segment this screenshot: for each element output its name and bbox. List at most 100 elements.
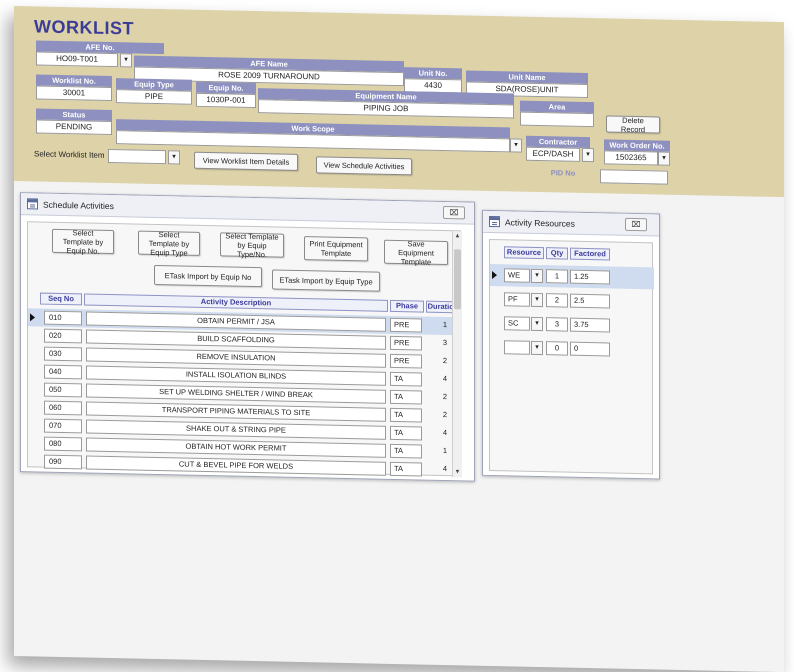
view-worklist-item-details-button[interactable]: View Worklist Item Details [194, 151, 298, 171]
etask-import-by-equip-type-button[interactable]: ETask Import by Equip Type [272, 269, 380, 292]
duration-cell[interactable]: 4 [426, 373, 450, 388]
seq-no-cell[interactable]: 060 [44, 400, 82, 416]
contractor-dropdown[interactable]: ▾ [582, 147, 594, 163]
seq-no-header: Seq No [40, 292, 82, 306]
resource-row[interactable]: ▾ 0 0 [490, 336, 654, 361]
area-field[interactable] [520, 111, 594, 128]
duration-cell[interactable]: 2 [426, 391, 450, 406]
select-worklist-item-field[interactable] [108, 148, 166, 165]
equip-type-field[interactable]: PIPE [116, 89, 192, 105]
save-equipment-template-button[interactable]: Save Equipment Template [384, 239, 448, 266]
afe-no-dropdown[interactable]: ▾ [120, 53, 132, 68]
seq-no-cell[interactable]: 050 [44, 382, 82, 398]
resource-row[interactable]: WE ▾ 1 1.25 [490, 263, 654, 290]
phase-cell[interactable]: TA [390, 389, 422, 405]
factored-cell[interactable]: 2.5 [570, 293, 610, 309]
resource-header: Resource [504, 246, 544, 260]
resource-cell[interactable]: PF [504, 292, 530, 307]
duration-cell[interactable]: 2 [426, 355, 450, 370]
phase-cell[interactable]: PRE [390, 353, 422, 369]
select-worklist-item-label: Select Worklist Item [34, 149, 105, 160]
scroll-thumb[interactable] [454, 249, 461, 310]
window-icon [27, 198, 38, 210]
select-template-by-equip-type-no-button[interactable]: Select Template by Equip Type/No. [220, 231, 284, 259]
duration-cell[interactable]: 1 [426, 319, 450, 334]
window-icon [489, 215, 500, 228]
work-order-dropdown[interactable]: ▾ [658, 151, 670, 166]
app-window: WORKLIST AFE No. HO09-T001 ▾ AFE Name RO… [14, 6, 784, 672]
resource-cell[interactable] [504, 340, 530, 355]
qty-cell[interactable]: 2 [546, 293, 568, 308]
schedule-activities-panel: Schedule Activities ⌧ Select Template by… [20, 192, 475, 482]
schedule-activities-content: Select Template by Equip No. Select Temp… [27, 221, 462, 478]
duration-cell[interactable]: 1 [426, 445, 450, 460]
resource-dropdown[interactable]: ▾ [531, 292, 543, 308]
activity-resources-title: Activity Resources [505, 217, 575, 229]
phase-header: Phase [390, 299, 424, 313]
resource-dropdown[interactable]: ▾ [531, 316, 543, 332]
qty-header: Qty [546, 247, 568, 260]
pid-no-field[interactable] [600, 169, 668, 185]
close-icon[interactable]: ⌧ [443, 205, 465, 220]
resource-dropdown[interactable]: ▾ [531, 268, 543, 284]
seq-no-cell[interactable]: 070 [44, 418, 82, 434]
phase-cell[interactable]: TA [390, 461, 422, 477]
pid-no-label: PID No [550, 168, 576, 178]
seq-no-cell[interactable]: 080 [44, 436, 82, 452]
duration-cell[interactable]: 3 [426, 337, 450, 352]
worklist-header: WORKLIST AFE No. HO09-T001 ▾ AFE Name RO… [14, 6, 784, 198]
select-template-by-equip-type-button[interactable]: Select Template by Equip Type [138, 230, 200, 257]
activity-resources-panel: Activity Resources ⌧ Resource Qty Factor… [482, 209, 660, 480]
close-icon[interactable]: ⌧ [625, 217, 647, 232]
phase-cell[interactable]: PRE [390, 335, 422, 351]
equip-no-field[interactable]: 1030P-001 [196, 92, 256, 109]
phase-cell[interactable]: TA [390, 443, 422, 459]
activity-resources-table: WE ▾ 1 1.25 PF ▾ 2 2.5 SC ▾ 3 3.75 ▾ 0 0 [490, 240, 654, 357]
seq-no-cell[interactable]: 040 [44, 364, 82, 380]
etask-import-by-equip-no-button[interactable]: ETask Import by Equip No [154, 264, 262, 288]
worklist-no-field[interactable]: 30001 [36, 85, 112, 102]
resource-dropdown[interactable]: ▾ [531, 340, 543, 356]
phase-cell[interactable]: PRE [390, 317, 422, 333]
duration-cell[interactable]: 4 [426, 427, 450, 442]
factored-cell[interactable]: 1.25 [570, 269, 610, 285]
activity-description-cell[interactable]: CUT & BEVEL PIPE FOR WELDS [86, 455, 386, 476]
activity-resources-content: Resource Qty Factored WE ▾ 1 1.25 PF ▾ 2 2.5 SC ▾… [489, 238, 654, 475]
afe-no-field[interactable]: HO09-T001 [36, 51, 118, 68]
scroll-down-icon[interactable]: ▼ [453, 469, 462, 475]
contractor-field[interactable]: ECP/DASH [526, 146, 580, 162]
select-worklist-item-dropdown[interactable]: ▾ [168, 150, 180, 165]
print-equipment-template-button[interactable]: Print Equipment Template [304, 236, 368, 262]
schedule-scrollbar[interactable]: ▲ ▼ [452, 231, 462, 478]
resource-row[interactable]: SC ▾ 3 3.75 [490, 312, 654, 337]
schedule-activities-titlebar: Schedule Activities ⌧ [21, 193, 474, 225]
duration-cell[interactable]: 4 [426, 463, 450, 478]
qty-cell[interactable]: 3 [546, 317, 568, 332]
seq-no-cell[interactable]: 090 [44, 454, 82, 470]
qty-cell[interactable]: 0 [546, 341, 568, 356]
activity-description-header: Activity Description [84, 293, 388, 312]
view-schedule-activities-button[interactable]: View Schedule Activities [316, 156, 412, 176]
scroll-up-icon[interactable]: ▲ [453, 233, 462, 239]
seq-no-cell[interactable]: 010 [44, 310, 82, 326]
phase-cell[interactable]: TA [390, 371, 422, 387]
resource-cell[interactable]: SC [504, 316, 530, 331]
resource-cell[interactable]: WE [504, 268, 530, 283]
activity-resources-titlebar: Activity Resources ⌧ [483, 210, 659, 237]
work-scope-dropdown[interactable]: ▾ [510, 138, 522, 153]
delete-record-button[interactable]: Delete Record [606, 115, 660, 134]
seq-no-cell[interactable]: 020 [44, 328, 82, 344]
status-field[interactable]: PENDING [36, 119, 112, 136]
work-order-no-field[interactable]: 1502365 [604, 150, 658, 166]
resource-row[interactable]: PF ▾ 2 2.5 [490, 288, 654, 313]
factored-cell[interactable]: 3.75 [570, 317, 610, 333]
select-template-by-equip-no-button[interactable]: Select Template by Equip No. [52, 228, 114, 255]
duration-cell[interactable]: 2 [426, 409, 450, 424]
phase-cell[interactable]: TA [390, 425, 422, 441]
seq-no-cell[interactable]: 030 [44, 346, 82, 362]
page-title: WORKLIST [34, 16, 134, 39]
row-selector-icon [492, 271, 497, 280]
qty-cell[interactable]: 1 [546, 269, 568, 284]
phase-cell[interactable]: TA [390, 407, 422, 423]
factored-cell[interactable]: 0 [570, 341, 610, 357]
